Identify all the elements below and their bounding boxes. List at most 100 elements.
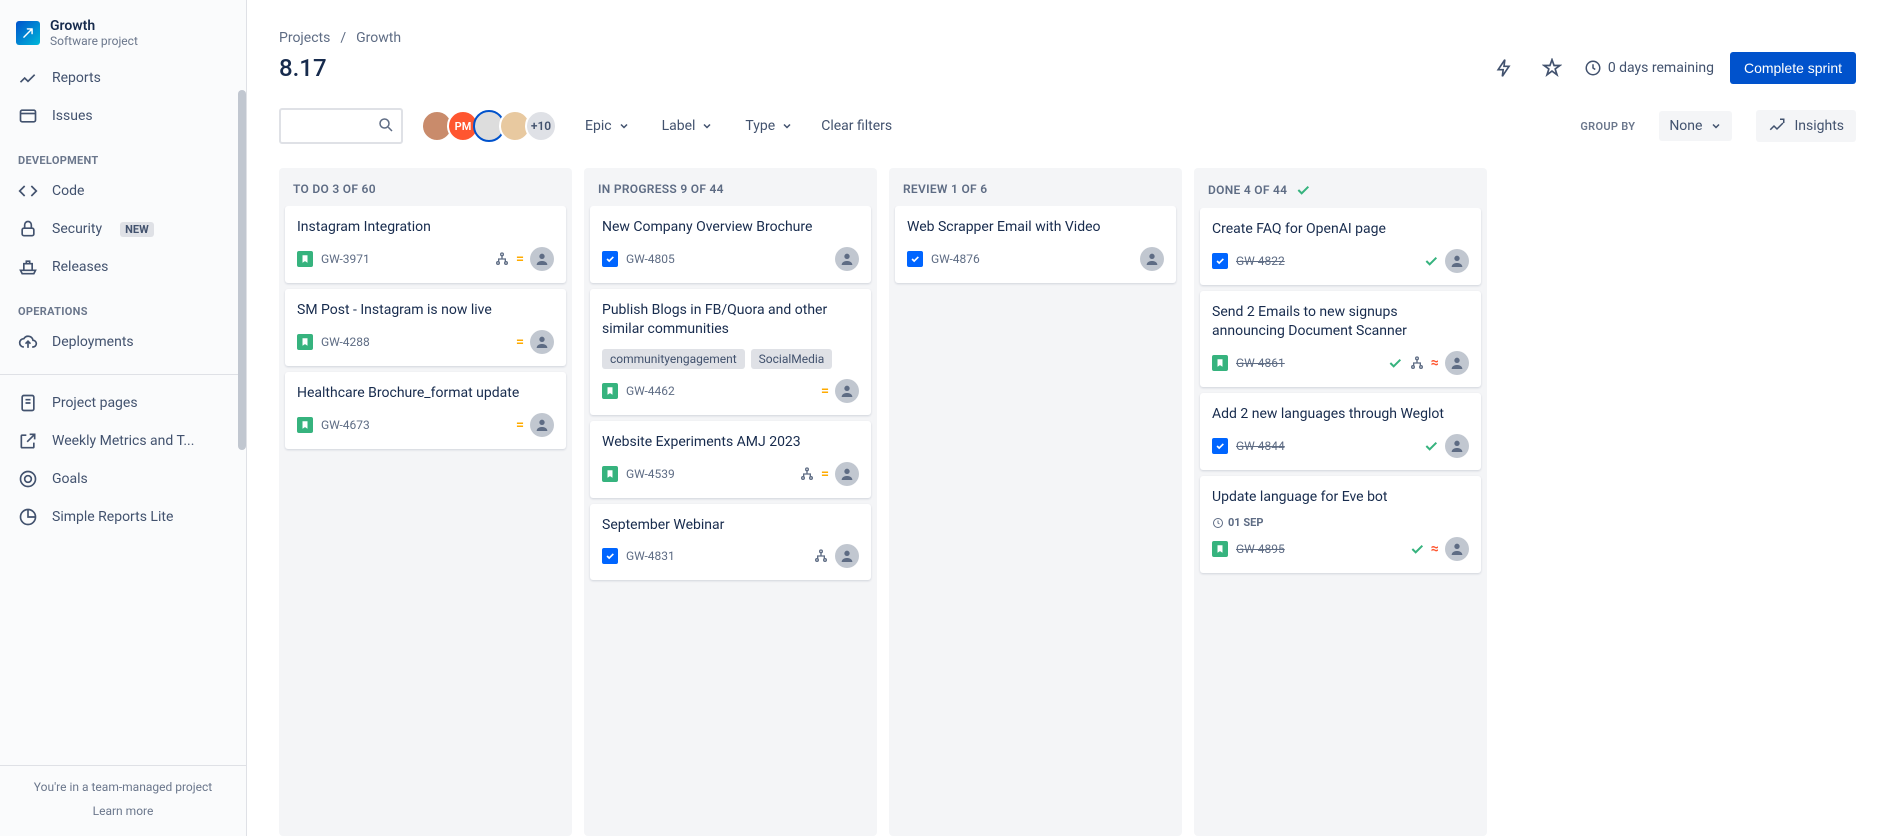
column-todo: TO DO 3 OF 60 Instagram IntegrationGW-397… — [279, 168, 572, 836]
cloud-up-icon — [18, 332, 38, 352]
sidebar-item-project-pages[interactable]: Project pages — [8, 385, 238, 421]
sidebar-item-goals[interactable]: Goals — [8, 461, 238, 497]
issues-icon — [18, 106, 38, 126]
priority-medium-icon: = — [516, 418, 524, 432]
issue-card[interactable]: Add 2 new languages through WeglotGW-484… — [1200, 393, 1481, 470]
issue-card[interactable]: Web Scrapper Email with VideoGW-4876 — [895, 206, 1176, 283]
issue-card[interactable]: Website Experiments AMJ 2023GW-4539= — [590, 421, 871, 498]
group-by-select[interactable]: None — [1659, 111, 1732, 141]
sidebar-item-simple-reports[interactable]: Simple Reports Lite — [8, 499, 238, 535]
children-icon — [813, 548, 829, 564]
main: Projects / Growth 8.17 0 days remaining … — [247, 0, 1888, 836]
assignee-avatar[interactable] — [835, 247, 859, 271]
star-button[interactable] — [1536, 52, 1568, 84]
days-remaining: 0 days remaining — [1584, 59, 1714, 77]
sidebar-item-releases[interactable]: Releases — [8, 249, 238, 285]
new-badge: NEW — [120, 222, 154, 237]
label-chip[interactable]: communityengagement — [602, 349, 745, 369]
sidebar-item-reports[interactable]: Reports — [8, 60, 238, 96]
column-done-check-icon — [1295, 182, 1311, 198]
children-icon — [494, 251, 510, 267]
issue-key: GW-4462 — [626, 384, 675, 398]
breadcrumb: Projects / Growth — [279, 0, 1856, 46]
scrollbar[interactable] — [238, 90, 246, 450]
assignee-avatar[interactable] — [835, 379, 859, 403]
issue-type-icon — [297, 334, 313, 350]
label-filter[interactable]: Label — [658, 112, 718, 140]
sidebar-item-security[interactable]: Security NEW — [8, 211, 238, 247]
project-title: Growth — [50, 18, 138, 34]
issue-card[interactable]: Publish Blogs in FB/Quora and other simi… — [590, 289, 871, 415]
column-header[interactable]: TO DO 3 OF 60 — [279, 168, 572, 206]
avatar-more[interactable]: +10 — [525, 110, 557, 142]
column-done: DONE 4 OF 44Create FAQ for OpenAI pageGW… — [1194, 168, 1487, 836]
assignee-avatar[interactable] — [1140, 247, 1164, 271]
done-check-icon — [1423, 253, 1439, 269]
issue-card[interactable]: September WebinarGW-4831 — [590, 504, 871, 581]
card-title: September Webinar — [602, 516, 859, 535]
chevron-down-icon — [701, 120, 713, 132]
assignee-avatar[interactable] — [530, 413, 554, 437]
card-title: Publish Blogs in FB/Quora and other simi… — [602, 301, 859, 339]
assignee-avatar[interactable] — [530, 330, 554, 354]
automation-button[interactable] — [1488, 52, 1520, 84]
card-title: Update language for Eve bot — [1212, 488, 1469, 507]
issue-key: GW-4895 — [1236, 542, 1285, 556]
page-icon — [18, 393, 38, 413]
sidebar-item-code[interactable]: Code — [8, 173, 238, 209]
due-date-badge: 01 SEP — [1212, 516, 1263, 529]
assignee-avatar[interactable] — [530, 247, 554, 271]
issue-card[interactable]: New Company Overview BrochureGW-4805 — [590, 206, 871, 283]
external-link-icon — [18, 431, 38, 451]
breadcrumb-projects[interactable]: Projects — [279, 30, 330, 46]
issue-key: GW-4876 — [931, 252, 980, 266]
issue-key: GW-4822 — [1236, 254, 1285, 268]
section-development: DEVELOPMENT — [8, 136, 238, 173]
priority-medium-icon: = — [516, 335, 524, 349]
label-chip[interactable]: SocialMedia — [751, 349, 833, 369]
assignee-avatar[interactable] — [1445, 434, 1469, 458]
issue-key: GW-4288 — [321, 335, 370, 349]
insights-button[interactable]: Insights — [1756, 110, 1856, 142]
assignee-avatar[interactable] — [1445, 249, 1469, 273]
search-icon — [377, 116, 395, 134]
issue-card[interactable]: Healthcare Brochure_format updateGW-4673… — [285, 372, 566, 449]
issue-type-icon — [297, 417, 313, 433]
search-input-wrapper — [279, 108, 403, 144]
card-title: Healthcare Brochure_format update — [297, 384, 554, 403]
sidebar-item-label: Issues — [52, 108, 93, 124]
assignee-avatar[interactable] — [1445, 351, 1469, 375]
column-header[interactable]: IN PROGRESS 9 OF 44 — [584, 168, 877, 206]
issue-card[interactable]: SM Post - Instagram is now liveGW-4288= — [285, 289, 566, 366]
issue-card[interactable]: Create FAQ for OpenAI pageGW-4822 — [1200, 208, 1481, 285]
issue-card[interactable]: Instagram IntegrationGW-3971= — [285, 206, 566, 283]
sidebar-item-issues[interactable]: Issues — [8, 98, 238, 134]
issue-card[interactable]: Send 2 Emails to new signups announcing … — [1200, 291, 1481, 387]
issue-type-icon — [602, 466, 618, 482]
assignee-avatar[interactable] — [1445, 537, 1469, 561]
issue-card[interactable]: Update language for Eve bot 01 SEP GW-4895… — [1200, 476, 1481, 574]
sidebar-item-weekly-metrics[interactable]: Weekly Metrics and T... — [8, 423, 238, 459]
priority-highest-icon: ≈ — [1431, 542, 1439, 556]
column-title: TO DO 3 OF 60 — [293, 182, 376, 196]
card-title: New Company Overview Brochure — [602, 218, 859, 237]
complete-sprint-button[interactable]: Complete sprint — [1730, 52, 1856, 84]
issue-type-icon — [602, 548, 618, 564]
learn-more-link[interactable]: Learn more — [10, 804, 236, 818]
issue-type-icon — [1212, 438, 1228, 454]
type-filter[interactable]: Type — [741, 112, 797, 140]
column-header[interactable]: DONE 4 OF 44 — [1194, 168, 1487, 208]
assignee-avatar[interactable] — [835, 462, 859, 486]
clear-filters[interactable]: Clear filters — [821, 118, 892, 134]
sidebar-item-label: Simple Reports Lite — [52, 509, 173, 525]
lock-icon — [18, 219, 38, 239]
column-header[interactable]: REVIEW 1 OF 6 — [889, 168, 1182, 206]
board: TO DO 3 OF 60 Instagram IntegrationGW-397… — [279, 168, 1856, 836]
card-title: Send 2 Emails to new signups announcing … — [1212, 303, 1469, 341]
epic-filter[interactable]: Epic — [581, 112, 634, 140]
sidebar-item-label: Goals — [52, 471, 88, 487]
sidebar-item-deployments[interactable]: Deployments — [8, 324, 238, 360]
assignee-avatar[interactable] — [835, 544, 859, 568]
issue-type-icon — [602, 383, 618, 399]
issue-key: GW-4539 — [626, 467, 675, 481]
